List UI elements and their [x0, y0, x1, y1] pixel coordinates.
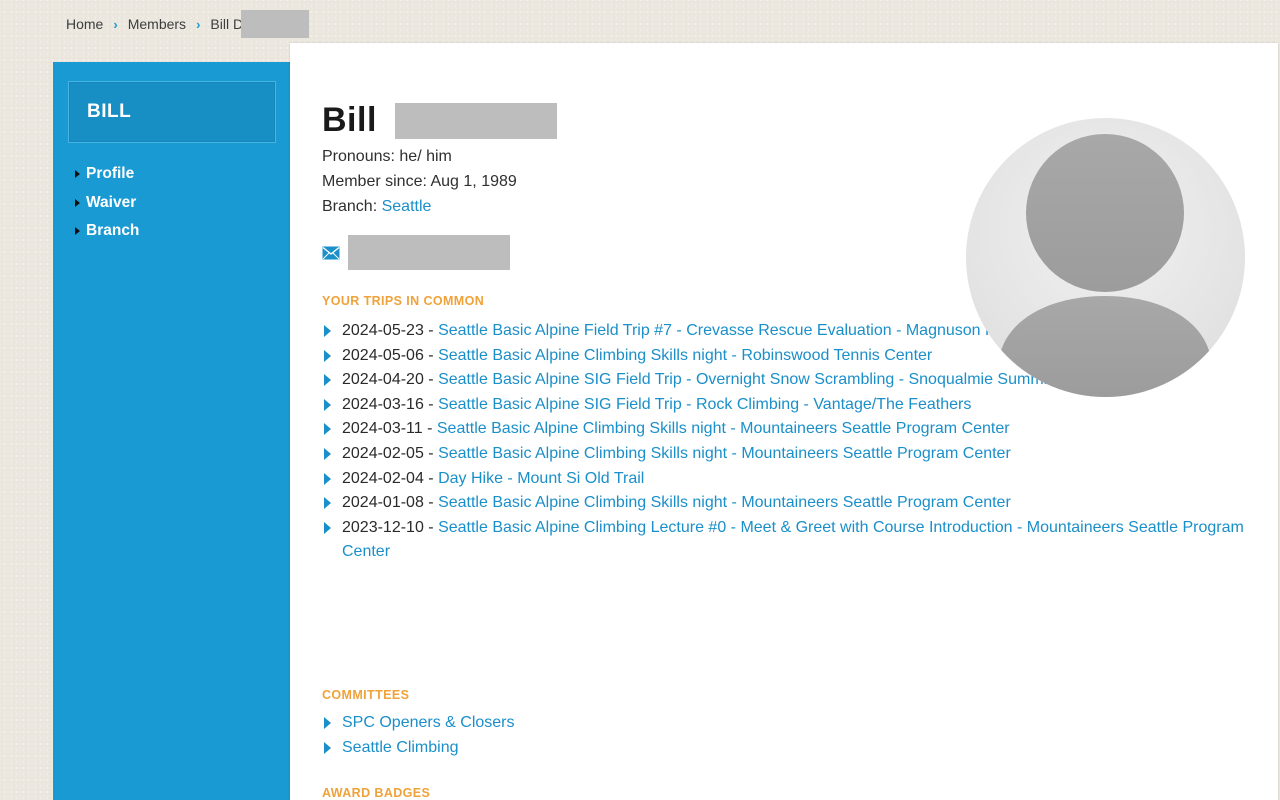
- pronouns-value: he/ him: [399, 148, 452, 165]
- trip-date: 2024-05-06: [342, 346, 424, 364]
- member-since-value: Aug 1, 1989: [430, 173, 517, 190]
- branch-label: Branch:: [322, 198, 378, 215]
- caret-right-icon: [324, 497, 331, 510]
- badges-heading: AWARD BADGES: [322, 786, 431, 800]
- caret-right-icon: [75, 170, 80, 179]
- trip-date: 2024-05-23: [342, 322, 424, 339]
- trip-link[interactable]: Seattle Basic Alpine Climbing Skills nig…: [437, 420, 1010, 437]
- sidebar-title-box: BILL: [68, 81, 276, 143]
- committee-item: SPC Openers & Closers: [322, 711, 515, 736]
- sidebar-item-branch[interactable]: Branch: [75, 217, 139, 246]
- trip-date: 2024-04-20: [342, 371, 424, 389]
- pronouns-label: Pronouns:: [322, 148, 395, 165]
- pronouns-row: Pronouns: he/ him: [322, 144, 517, 169]
- caret-right-icon: [324, 374, 331, 387]
- trip-date: 2024-03-16: [342, 395, 424, 413]
- trip-date: 2024-02-05: [342, 444, 424, 462]
- member-name: Bill: [322, 101, 377, 139]
- sidebar-item-profile[interactable]: Profile: [75, 160, 139, 189]
- caret-right-icon: [324, 423, 331, 436]
- trip-item: 2024-02-04 - Day Hike - Mount Si Old Tra…: [322, 467, 1247, 492]
- redaction-box: [241, 10, 310, 38]
- redaction-box: [348, 235, 510, 270]
- member-info: Pronouns: he/ him Member since: Aug 1, 1…: [322, 144, 517, 219]
- trip-date: 2024-02-04: [342, 469, 424, 487]
- trip-link[interactable]: Seattle Basic Alpine Climbing Skills nig…: [438, 347, 932, 364]
- breadcrumb: Home › Members › Bill D: [66, 10, 310, 38]
- caret-right-icon: [324, 447, 331, 460]
- caret-right-icon: [324, 325, 331, 337]
- sidebar-item-label: Profile: [86, 165, 135, 183]
- trip-link[interactable]: Seattle Basic Alpine SIG Field Trip - Ro…: [438, 396, 971, 413]
- trip-date: 2023-12-10: [342, 518, 424, 536]
- breadcrumb-current: Bill D: [210, 16, 244, 32]
- trips-heading: YOUR TRIPS IN COMMON: [322, 294, 485, 308]
- trip-date: 2024-03-11: [342, 420, 423, 438]
- caret-right-icon: [324, 472, 331, 485]
- trip-item: 2024-02-05 - Seattle Basic Alpine Climbi…: [322, 442, 1247, 467]
- caret-right-icon: [324, 521, 331, 534]
- sidebar-title: BILL: [87, 101, 132, 122]
- caret-right-icon: [324, 349, 331, 362]
- trip-link[interactable]: Seattle Basic Alpine SIG Field Trip - Ov…: [438, 371, 1092, 388]
- member-since-row: Member since: Aug 1, 1989: [322, 169, 517, 194]
- trip-item: 2023-12-10 - Seattle Basic Alpine Climbi…: [322, 516, 1247, 565]
- caret-right-icon: [75, 227, 80, 236]
- committee-link[interactable]: SPC Openers & Closers: [342, 714, 515, 731]
- chevron-right-icon: ›: [196, 16, 201, 32]
- member-since-label: Member since:: [322, 173, 427, 190]
- sidebar-nav: Profile Waiver Branch: [75, 160, 139, 246]
- member-name-row: Bill: [322, 101, 557, 140]
- email-row: [322, 235, 510, 270]
- caret-right-icon: [324, 741, 331, 754]
- redaction-box: [394, 102, 557, 139]
- committee-link[interactable]: Seattle Climbing: [342, 739, 459, 756]
- trip-item: 2024-03-11 - Seattle Basic Alpine Climbi…: [322, 417, 1247, 442]
- chevron-right-icon: ›: [113, 16, 118, 32]
- branch-link[interactable]: Seattle: [382, 198, 432, 215]
- committees-list: SPC Openers & Closers Seattle Climbing: [322, 711, 515, 760]
- trip-link[interactable]: Seattle Basic Alpine Climbing Skills nig…: [438, 494, 1011, 511]
- branch-row: Branch: Seattle: [322, 194, 517, 219]
- committees-heading: COMMITTEES: [322, 688, 410, 702]
- profile-panel: Bill Pronouns: he/ him Member since: Aug…: [290, 43, 1278, 800]
- committee-item: Seattle Climbing: [322, 736, 515, 761]
- trip-link[interactable]: Day Hike - Mount Si Old Trail: [438, 470, 644, 487]
- sidebar-item-label: Waiver: [86, 193, 137, 211]
- breadcrumb-members[interactable]: Members: [128, 16, 186, 32]
- trip-link[interactable]: Seattle Basic Alpine Climbing Lecture #0…: [342, 519, 1244, 561]
- sidebar-item-waiver[interactable]: Waiver: [75, 189, 139, 218]
- sidebar: BILL Profile Waiver Branch: [53, 62, 290, 800]
- avatar-placeholder-icon: [998, 134, 1212, 397]
- trip-date: 2024-01-08: [342, 494, 424, 512]
- trip-item: 2024-01-08 - Seattle Basic Alpine Climbi…: [322, 491, 1247, 516]
- avatar: [966, 118, 1245, 397]
- sidebar-item-label: Branch: [86, 222, 140, 240]
- caret-right-icon: [324, 717, 331, 729]
- trip-link[interactable]: Seattle Basic Alpine Field Trip #7 - Cre…: [438, 322, 1018, 339]
- mail-icon[interactable]: [322, 246, 340, 260]
- caret-right-icon: [324, 398, 331, 411]
- trip-link[interactable]: Seattle Basic Alpine Climbing Skills nig…: [438, 445, 1011, 462]
- caret-right-icon: [75, 198, 80, 207]
- breadcrumb-home[interactable]: Home: [66, 16, 103, 32]
